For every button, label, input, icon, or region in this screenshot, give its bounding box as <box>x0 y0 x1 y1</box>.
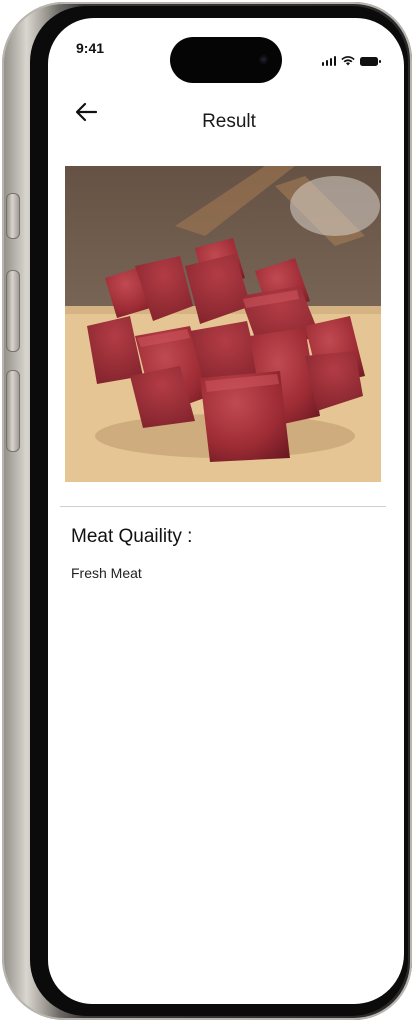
status-time: 9:41 <box>76 40 105 56</box>
camera-icon <box>259 55 268 64</box>
cellular-signal-icon <box>321 56 336 66</box>
volume-down-button <box>6 370 20 452</box>
meat-quality-label: Meat Quaility : <box>71 526 193 547</box>
divider <box>60 506 386 507</box>
meat-photo <box>65 166 381 482</box>
page-title: Result <box>202 111 256 132</box>
status-icons <box>321 56 381 66</box>
meat-quality-value: Fresh Meat <box>71 565 142 581</box>
action-button <box>6 193 20 239</box>
dynamic-island <box>170 37 282 83</box>
wifi-icon <box>341 56 355 66</box>
battery-icon <box>360 56 381 66</box>
device-mockup: 9:41 Result Meat Quaility: Fresh Meat <box>0 0 415 1024</box>
app-screen: 9:41 Result Meat Quaility: Fresh Meat <box>48 18 404 1004</box>
volume-up-button <box>6 270 20 352</box>
